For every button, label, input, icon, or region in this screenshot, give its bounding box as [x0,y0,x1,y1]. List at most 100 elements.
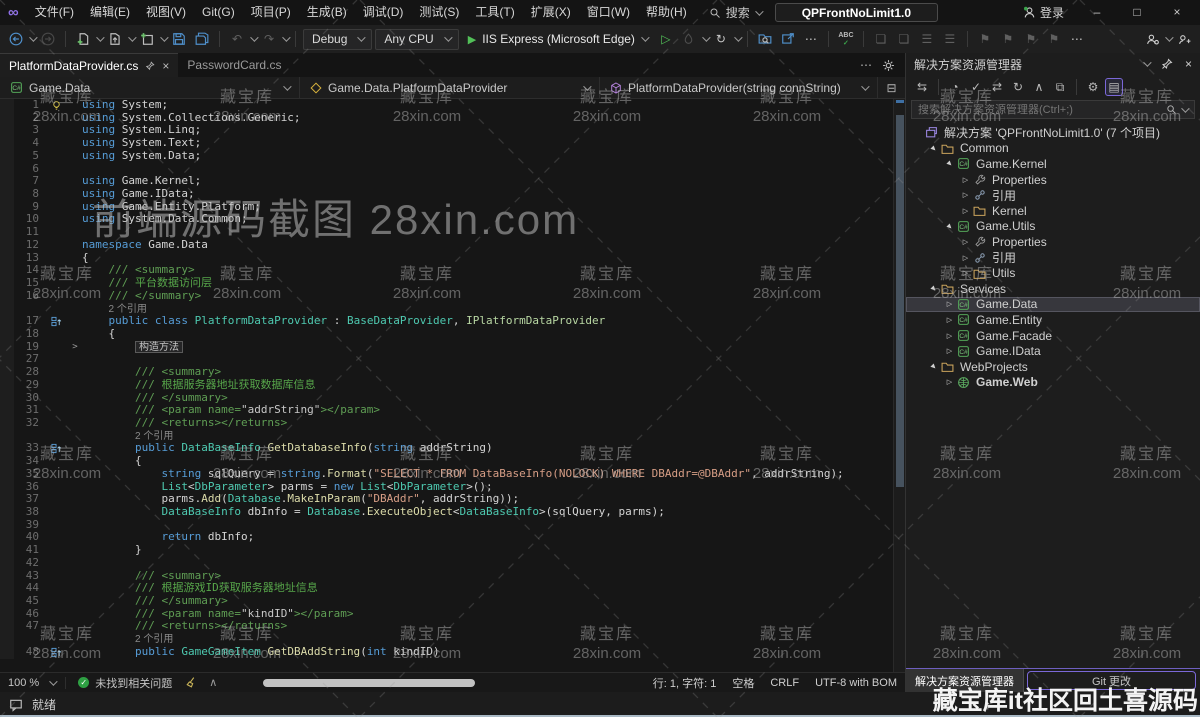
menu-item-8[interactable]: 测试(S) [411,0,467,25]
cleanup-dropdown-icon[interactable]: ∧ [209,676,217,689]
editor-settings-gear-icon[interactable] [882,59,895,72]
add-item-dropdown-icon[interactable] [160,33,168,41]
window-position-chevron-icon[interactable] [1143,58,1151,66]
tree-item[interactable]: ▷Game.Web [906,375,1200,391]
decrease-indent-button[interactable]: ☰ [917,28,937,50]
editor-vertical-scrollbar[interactable] [893,99,905,672]
chevron-down-icon[interactable] [583,82,591,90]
chevron-down-icon[interactable] [861,82,869,90]
code-line[interactable]: 38 DataBaseInfo dbInfo = Database.Execut… [0,506,905,519]
solution-platforms-dropdown[interactable]: Any CPU [375,29,458,50]
collapsed-arrow-icon[interactable]: ▷ [959,269,972,277]
codelens-references[interactable]: 2 个引用 [135,431,173,442]
codelens-indicator[interactable]: 2 个引用 [82,430,905,443]
health-indicator[interactable]: ✓ 未找到相关问题 [78,675,172,691]
navigate-forward-button[interactable] [38,28,58,50]
undo-button[interactable]: ↶ [227,28,247,50]
pin-icon[interactable] [145,61,155,71]
solution-name-badge[interactable]: QPFrontNoLimit1.0 [775,3,938,22]
menu-item-1[interactable]: 文件(F) [27,0,82,25]
code-line[interactable]: 45 /// </summary> [0,595,905,608]
solution-search-box[interactable] [911,100,1195,119]
code-line[interactable]: 18 { [0,328,905,341]
scrollbar-thumb[interactable] [263,679,475,687]
zoom-control[interactable]: 100 % [8,677,66,689]
expanded-arrow-icon[interactable]: ▼ [942,156,958,172]
code-line[interactable]: 13{ [0,252,905,265]
tree-item[interactable]: ▼C#Game.Kernel [906,156,1200,172]
code-line[interactable]: 33 public DataBaseInfo GetDatabaseInfo(s… [0,442,905,455]
code-line[interactable]: 37 parms.Add(Database.MakeInParam("DBAdd… [0,493,905,506]
collapsed-region-box[interactable]: 构造方法 [135,341,183,353]
hot-reload-dropdown-icon[interactable] [702,33,710,41]
solution-configurations-dropdown[interactable]: Debug [303,29,372,50]
menu-item-4[interactable]: Git(G) [194,0,243,25]
save-all-button[interactable] [192,28,212,50]
code-line[interactable]: 31 /// <param name="addrString"></param> [0,404,905,417]
start-without-debugging-button[interactable]: ▷ [656,28,676,50]
code-line[interactable]: 27 [0,353,905,366]
push-arrow-icon[interactable]: ↑ [985,698,991,712]
tree-item[interactable]: ▼Services [906,281,1200,297]
code-line[interactable]: 11 [0,226,905,239]
code-line[interactable]: 10using System.Data.Common; [0,213,905,226]
code-line[interactable]: 32 /// <returns></returns> [0,417,905,430]
document-tab[interactable]: PasswordCard.cs [178,53,290,77]
code-line[interactable]: 41 } [0,544,905,557]
settings-gear-icon[interactable]: ⚙ [1084,78,1102,96]
code-line[interactable]: 14 /// <summary> [0,264,905,277]
find-in-files-button[interactable] [755,28,775,50]
code-line[interactable]: 39 [0,519,905,532]
next-bookmark-button[interactable]: ⚑ [1021,28,1041,50]
code-line[interactable]: 30 /// </summary> [0,392,905,405]
code-line[interactable]: 2 个引用 [0,430,905,443]
code-line[interactable]: 44 /// 根据游戏ID获取服务器地址信息 [0,582,905,595]
previous-bookmark-button[interactable]: ⚑ [998,28,1018,50]
close-panel-icon[interactable]: × [1185,57,1192,71]
collapsed-arrow-icon[interactable]: ▷ [943,332,956,340]
expanded-arrow-icon[interactable]: ▼ [926,141,942,157]
code-line[interactable]: 35 string sqlQuery = string.Format("SELE… [0,468,905,481]
code-line[interactable]: 42 [0,557,905,570]
new-dropdown-icon[interactable] [96,33,104,41]
tree-item[interactable]: ▼C#Game.Utils [906,219,1200,235]
menu-item-12[interactable]: 帮助(H) [638,0,695,25]
tree-item[interactable]: 解决方案 'QPFrontNoLimit1.0' (7 个项目) [906,125,1200,141]
tree-item[interactable]: ▼Common [906,141,1200,157]
inheritance-margin-icon[interactable] [44,315,68,328]
collapsed-arrow-icon[interactable]: ▷ [943,378,956,386]
code-line[interactable]: 12namespace Game.Data [0,239,905,252]
sync-with-active-document-icon[interactable]: ⇆ [913,78,931,96]
code-line[interactable]: 2 个引用 [0,633,905,646]
open-file-button[interactable] [105,28,125,50]
encoding-indicator[interactable]: UTF-8 with BOM [815,677,897,689]
tool-window-tab[interactable]: 解决方案资源管理器 [906,669,1024,692]
pin-icon[interactable] [1161,58,1173,70]
breadcrumb-item[interactable]: Game.Data.PlatformDataProvider [300,77,600,98]
tree-item[interactable]: ▷Properties [906,234,1200,250]
search-options-chevron-icon[interactable] [1181,104,1189,112]
line-column-indicator[interactable]: 行: 1, 字符: 1 [653,675,717,691]
code-line[interactable]: 2using System.Collections.Generic; [0,112,905,125]
expanded-arrow-icon[interactable]: ▼ [926,281,942,297]
refresh-dropdown-icon[interactable] [734,33,742,41]
code-line[interactable]: 17 public class PlatformDataProvider : B… [0,315,905,328]
open-dropdown-icon[interactable] [128,33,136,41]
close-button[interactable]: × [1160,0,1194,25]
tree-item[interactable]: ▷Utils [906,265,1200,281]
tree-item[interactable]: ▷引用 [906,187,1200,203]
codelens-indicator[interactable]: 2 个引用 [82,633,905,646]
document-tab[interactable]: PlatformDataProvider.cs× [0,53,178,77]
menu-item-11[interactable]: 窗口(W) [579,0,638,25]
editor-horizontal-scrollbar[interactable] [235,678,635,688]
codelens-indicator[interactable]: 2 个引用 [82,303,905,316]
switch-views-icon[interactable]: ⇄ [988,78,1006,96]
add-new-item-button[interactable] [137,28,157,50]
collapsed-arrow-icon[interactable]: ▷ [959,238,972,246]
refresh-button[interactable]: ↻ [711,28,731,50]
expanded-arrow-icon[interactable]: ▼ [926,359,942,375]
refresh-icon[interactable]: ↻ [1009,78,1027,96]
collapsed-arrow-icon[interactable]: ▷ [943,316,956,324]
title-search-control[interactable]: 搜索 [709,4,761,21]
sync-selection-icon[interactable]: ✓ [967,78,985,96]
